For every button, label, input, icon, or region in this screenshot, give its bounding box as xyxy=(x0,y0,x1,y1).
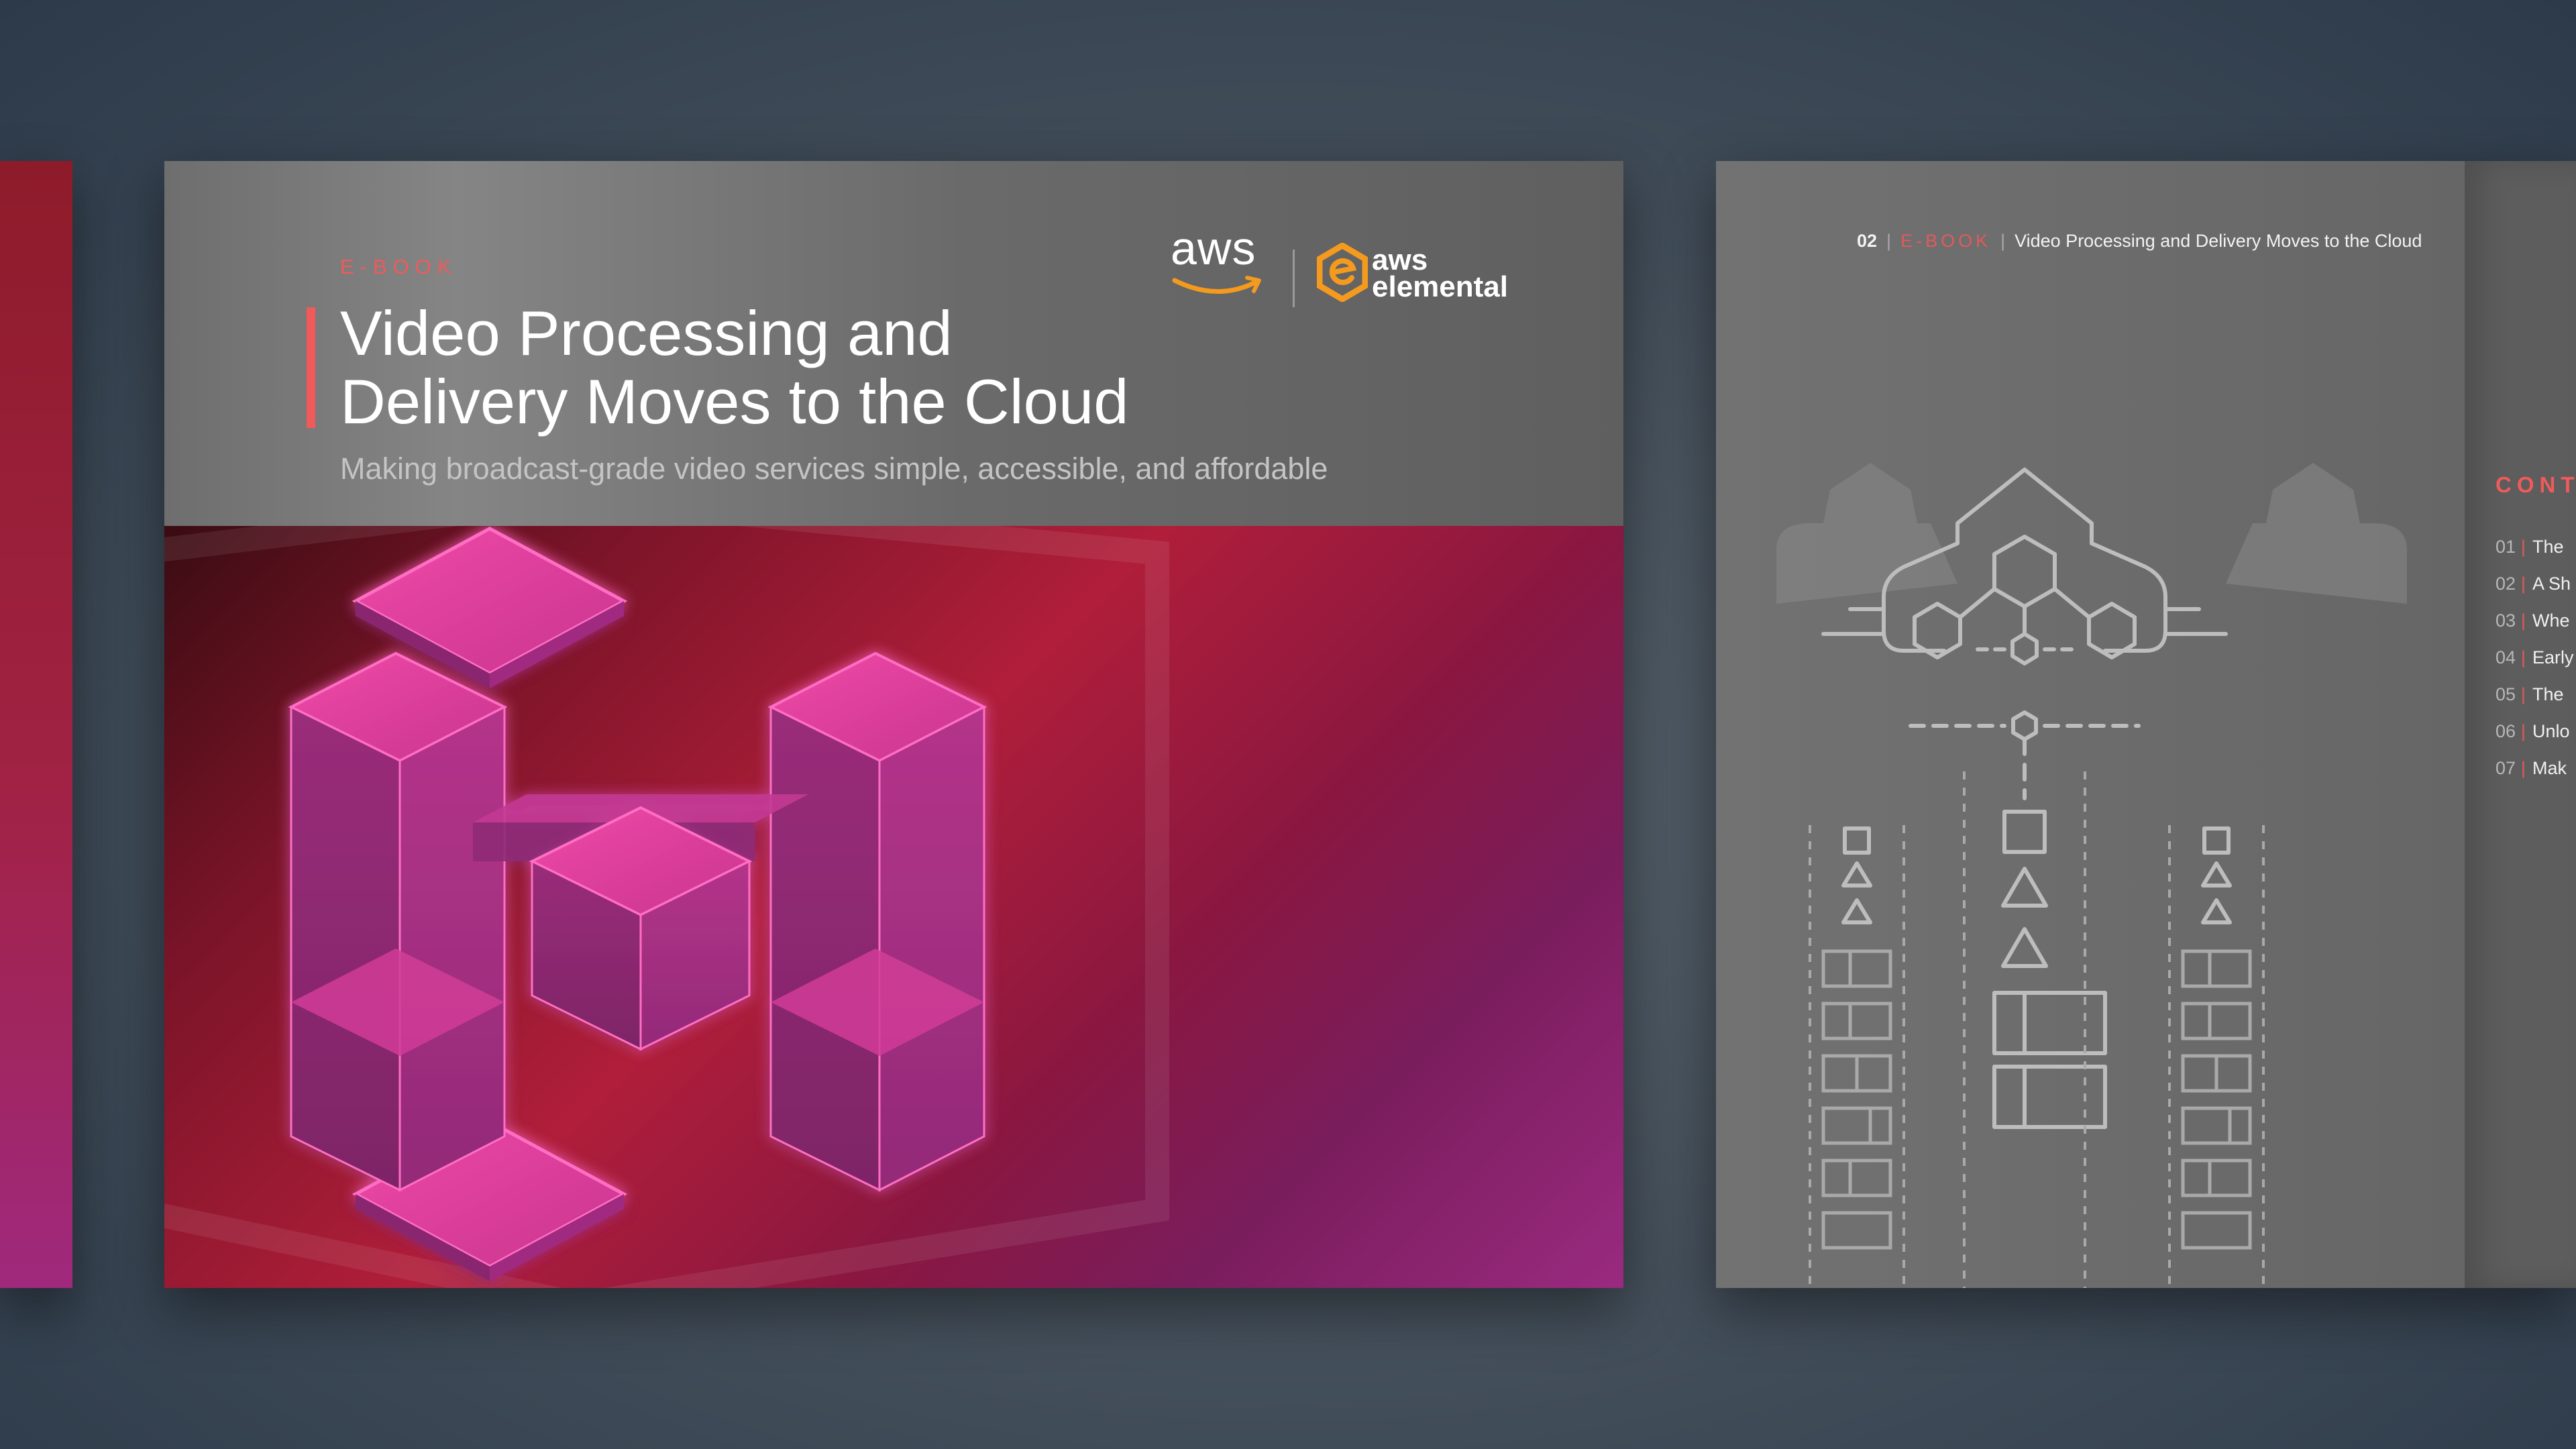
running-header: 02 | E-BOOK | Video Processing and Delivery … xyxy=(1857,231,2422,252)
cloud-network-icon xyxy=(1776,463,2407,1288)
toc-number: 06 xyxy=(2496,721,2516,741)
cover-title-line-2: Delivery Moves to the Cloud xyxy=(340,366,1129,437)
toc-label: Mak xyxy=(2532,758,2567,778)
toc-label: A Sh xyxy=(2532,574,2571,594)
logo-lockup: aws aws elemental xyxy=(1171,221,1546,322)
toc-item: 02 | A Sh xyxy=(2496,574,2574,610)
toc-number: 03 xyxy=(2496,610,2516,631)
toc-label: The xyxy=(2532,537,2564,557)
toc-item: 03 | Whe xyxy=(2496,610,2574,647)
header-separator: | xyxy=(1886,231,1892,251)
toc-separator: | xyxy=(2521,610,2526,631)
elemental-logo-text: aws elemental xyxy=(1372,246,1508,303)
toc-label: The xyxy=(2532,684,2564,704)
toc-number: 01 xyxy=(2496,537,2516,557)
toc-item: 01 | The xyxy=(2496,537,2574,574)
page-number: 02 xyxy=(1857,231,1878,251)
toc-separator: | xyxy=(2521,647,2526,667)
running-header-eyebrow: E-BOOK xyxy=(1900,231,1992,251)
toc-separator: | xyxy=(2521,537,2526,557)
toc-number: 05 xyxy=(2496,684,2516,704)
toc-number: 02 xyxy=(2496,574,2516,594)
toc-heading: CONT xyxy=(2496,472,2576,497)
toc-separator: | xyxy=(2521,684,2526,704)
hexagon-cubes-illustration-icon xyxy=(164,486,1169,1288)
logo-divider xyxy=(1293,250,1295,307)
toc-item: 04 | Early xyxy=(2496,647,2574,684)
toc-separator: | xyxy=(2521,721,2526,741)
elemental-logo-line-2: elemental xyxy=(1372,270,1508,303)
toc-number: 07 xyxy=(2496,758,2516,778)
previous-page-edge xyxy=(0,161,72,1288)
toc-item: 07 | Mak xyxy=(2496,758,2574,795)
aws-smile-logo-icon xyxy=(1172,276,1261,294)
cover-title-line-1: Video Processing and xyxy=(340,298,953,368)
toc-label: Early xyxy=(2532,647,2574,667)
ebook-spread-page-02: 02 | E-BOOK | Video Processing and Delivery … xyxy=(1716,161,2576,1288)
running-header-title: Video Processing and Delivery Moves to t… xyxy=(2015,231,2422,251)
toc-label: Unlo xyxy=(2532,721,2570,741)
toc-item: 05 | The xyxy=(2496,684,2574,721)
cover-artwork xyxy=(164,486,1623,1288)
header-separator: | xyxy=(2000,231,2006,251)
elemental-hexagon-logo-icon xyxy=(1317,243,1368,302)
table-of-contents: 01 | The 02 | A Sh 03 | Whe 04 | Early 05 | The 06… xyxy=(2496,537,2574,795)
cover-subtitle: Making broadcast-grade video services si… xyxy=(340,451,1328,486)
toc-label: Whe xyxy=(2532,610,2570,631)
ebook-cover: E-BOOK Video Processing and Delivery Mov… xyxy=(164,161,1623,1288)
cover-header: E-BOOK Video Processing and Delivery Mov… xyxy=(164,161,1623,526)
toc-number: 04 xyxy=(2496,647,2516,667)
aws-logo-text: aws xyxy=(1171,222,1256,274)
toc-separator: | xyxy=(2521,758,2526,778)
toc-separator: | xyxy=(2521,574,2526,594)
title-accent-bar xyxy=(307,307,315,428)
cover-eyebrow: E-BOOK xyxy=(340,255,458,278)
spread-left-page: 02 | E-BOOK | Video Processing and Delivery … xyxy=(1716,161,2465,1288)
toc-item: 06 | Unlo xyxy=(2496,721,2574,758)
